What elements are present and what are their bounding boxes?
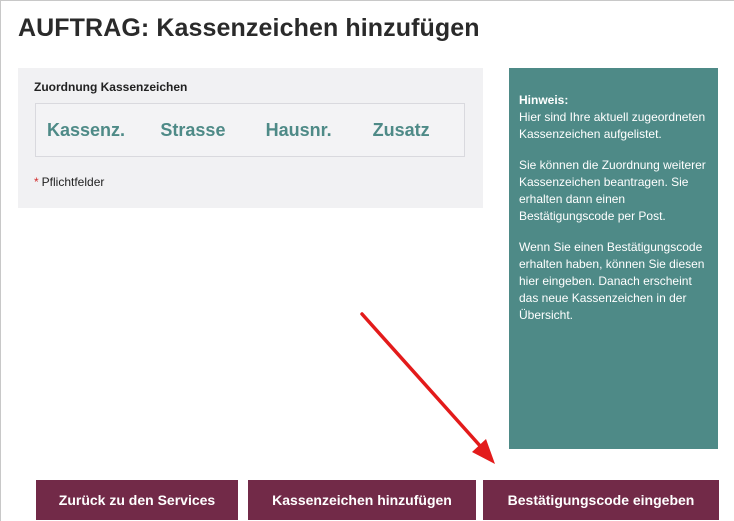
arrow-head [472, 439, 495, 464]
kassenzeichen-form-panel: Zuordnung Kassenzeichen Kassenz. Strasse… [18, 68, 483, 208]
add-kassenzeichen-button[interactable]: Kassenzeichen hinzufügen [248, 480, 476, 520]
frame-border-top [0, 0, 734, 1]
column-header-hausnr: Hausnr. [265, 119, 332, 140]
column-header-kassenz: Kassenz. [47, 119, 126, 140]
back-to-services-button[interactable]: Zurück zu den Services [36, 480, 238, 520]
hint-paragraph-1: Hinweis: Hier sind Ihre aktuell zugeordn… [519, 92, 708, 143]
kassenzeichen-table-header: Kassenz. Strasse Hausnr. Zusatz [35, 103, 465, 157]
page: AUFTRAG: Kassenzeichen hinzufügen Zuordn… [0, 0, 734, 521]
required-star: * [34, 175, 39, 189]
frame-border-left [0, 0, 1, 521]
enter-confirmation-code-button[interactable]: Bestätigungscode eingeben [483, 480, 719, 520]
required-fields-note: * Pflichtfelder [34, 175, 104, 189]
arrow-shaft [360, 312, 484, 450]
required-note-text: Pflichtfelder [41, 175, 105, 189]
column-header-zusatz: Zusatz [372, 119, 430, 140]
column-header-strasse: Strasse [160, 119, 226, 140]
hint-title: Hinweis: [519, 93, 569, 107]
page-title: AUFTRAG: Kassenzeichen hinzufügen [18, 14, 480, 42]
hint-text-1: Hier sind Ihre aktuell zugeordneten Kass… [519, 110, 706, 141]
section-label: Zuordnung Kassenzeichen [34, 80, 188, 94]
hint-panel: Hinweis: Hier sind Ihre aktuell zugeordn… [509, 68, 718, 449]
hint-paragraph-3: Wenn Sie einen Bestätigungscode erhalten… [519, 240, 705, 322]
hint-paragraph-2: Sie können die Zuordnung weiterer Kassen… [519, 158, 706, 223]
